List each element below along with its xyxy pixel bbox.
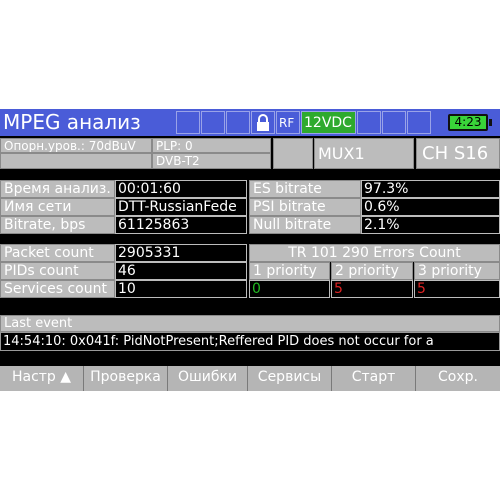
standard-field: DVB-T2 bbox=[152, 153, 271, 169]
last-event-text: 14:54:10: 0x041f: PidNotPresent;Reffered… bbox=[0, 332, 500, 351]
power-label: 12VDC bbox=[304, 115, 352, 131]
screen-title: MPEG анализ bbox=[3, 110, 141, 134]
status-slot-4 bbox=[357, 111, 381, 134]
priority-1-count: 0 bbox=[249, 280, 330, 298]
ref-level-field: Опорн.уров.: 70dBuV bbox=[0, 138, 152, 153]
save-button[interactable]: Сохр. bbox=[416, 366, 500, 391]
services-button[interactable]: Сервисы bbox=[248, 366, 332, 391]
pids-count-label: PIDs count bbox=[0, 262, 115, 280]
packet-count-value: 2905331 bbox=[115, 244, 247, 262]
battery-tip bbox=[489, 119, 492, 126]
plp-field: PLP: 0 bbox=[152, 138, 271, 153]
psi-bitrate-label: PSI bitrate bbox=[249, 198, 361, 216]
status-slot-5 bbox=[382, 111, 406, 134]
battery-time: 4:23 bbox=[454, 115, 482, 129]
analysis-time-label: Время анализ. bbox=[0, 180, 115, 198]
services-count-value: 10 bbox=[115, 280, 247, 298]
network-name-label: Имя сети bbox=[0, 198, 115, 216]
priority-2-label: 2 priority bbox=[331, 262, 413, 280]
tr-errors-title: TR 101 290 Errors Count bbox=[249, 244, 500, 262]
start-button[interactable]: Старт bbox=[332, 366, 416, 391]
priority-1-label: 1 priority bbox=[249, 262, 330, 280]
status-slot-3 bbox=[226, 111, 250, 134]
bitrate-value: 61125863 bbox=[115, 216, 247, 234]
bitrate-label: Bitrate, bps bbox=[0, 216, 115, 234]
pids-count-value: 46 bbox=[115, 262, 247, 280]
null-bitrate-value: 2.1% bbox=[361, 216, 500, 234]
power-indicator: 12VDC bbox=[301, 111, 356, 134]
priority-2-count: 5 bbox=[331, 280, 413, 298]
es-bitrate-label: ES bitrate bbox=[249, 180, 361, 198]
settings-button[interactable]: Настр ▲ bbox=[0, 366, 84, 391]
errors-button[interactable]: Ошибки bbox=[168, 366, 248, 391]
mux-field: MUX1 bbox=[314, 138, 414, 169]
info-spacer bbox=[273, 138, 313, 169]
analysis-time-value: 00:01:60 bbox=[115, 180, 247, 198]
rf-label: RF bbox=[279, 116, 295, 130]
battery-icon: 4:23 bbox=[448, 114, 488, 131]
last-event-label: Last event bbox=[0, 315, 500, 332]
rf-indicator: RF bbox=[276, 111, 300, 134]
es-bitrate-value: 97.3% bbox=[361, 180, 500, 198]
network-name-value: DTT-RussianFede bbox=[115, 198, 247, 216]
status-slot-6 bbox=[407, 111, 431, 134]
status-slot-2 bbox=[201, 111, 225, 134]
lock-icon bbox=[251, 111, 275, 134]
check-button[interactable]: Проверка bbox=[84, 366, 168, 391]
channel-field: CH S16 bbox=[416, 138, 500, 169]
null-bitrate-label: Null bitrate bbox=[249, 216, 361, 234]
priority-3-label: 3 priority bbox=[414, 262, 500, 280]
info-blank-field bbox=[0, 153, 152, 169]
analyzer-screen: MPEG анализ RF 12VDC 4:23 Опорн.уров.: 7… bbox=[0, 109, 500, 391]
services-count-label: Services count bbox=[0, 280, 115, 298]
packet-count-label: Packet count bbox=[0, 244, 115, 262]
status-slot-1 bbox=[176, 111, 200, 134]
priority-3-count: 5 bbox=[414, 280, 500, 298]
psi-bitrate-value: 0.6% bbox=[361, 198, 500, 216]
